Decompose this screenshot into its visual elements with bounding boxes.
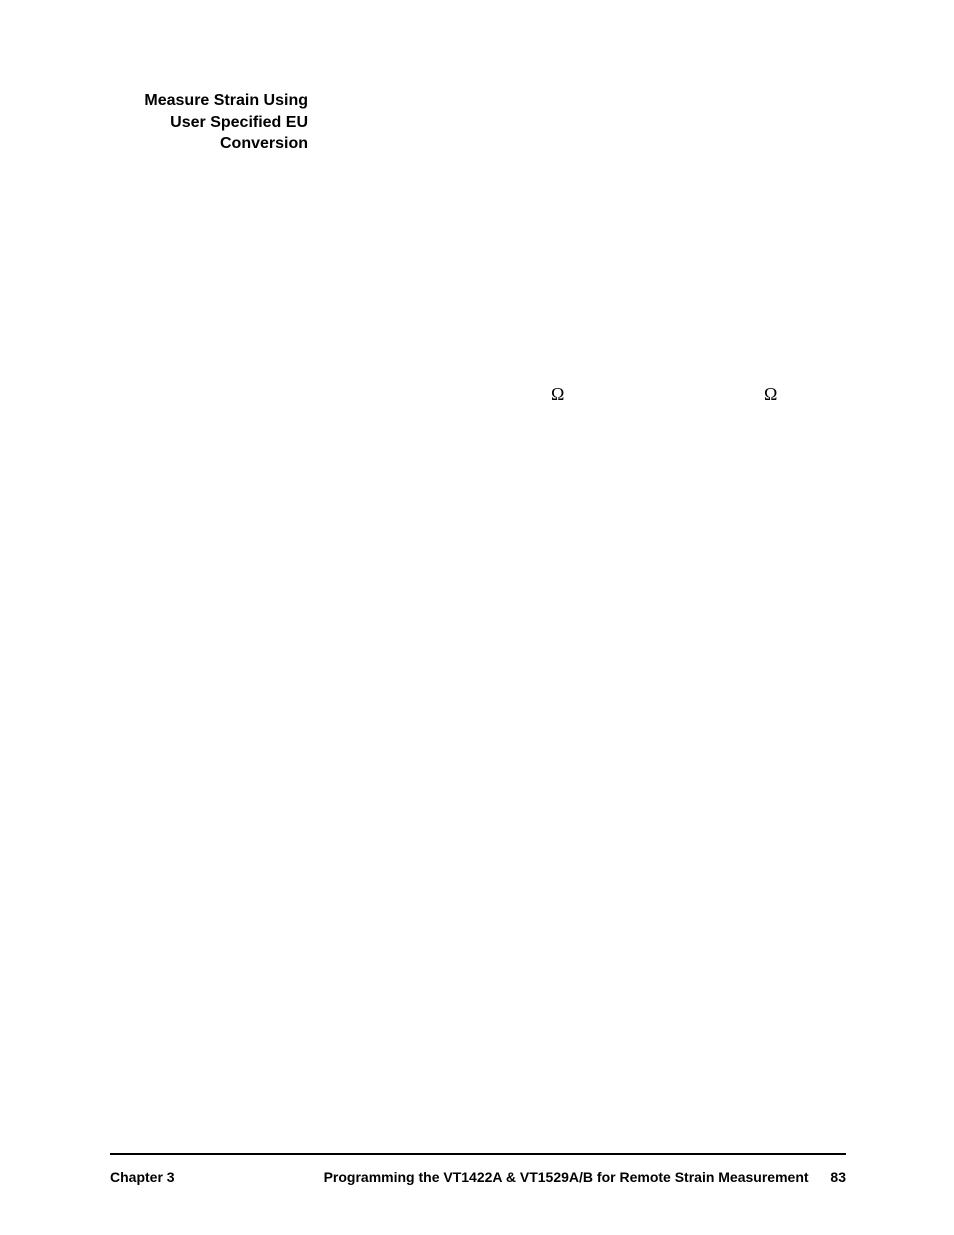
section-heading-line: User Specified EU — [170, 114, 308, 131]
omega-symbol: Ω — [764, 384, 777, 405]
footer-title: Programming the VT1422A & VT1529A/B for … — [324, 1169, 809, 1185]
section-heading: Measure Strain Using User Specified EU C… — [128, 90, 308, 155]
document-page: Measure Strain Using User Specified EU C… — [0, 0, 954, 1235]
section-heading-line: Measure Strain Using — [144, 92, 308, 109]
section-heading-line: Conversion — [220, 135, 308, 152]
footer-chapter: Chapter 3 — [110, 1169, 175, 1185]
footer-divider — [110, 1153, 846, 1155]
omega-symbol: Ω — [551, 384, 564, 405]
footer-right: Programming the VT1422A & VT1529A/B for … — [324, 1169, 846, 1185]
footer-page-number: 83 — [830, 1169, 846, 1185]
